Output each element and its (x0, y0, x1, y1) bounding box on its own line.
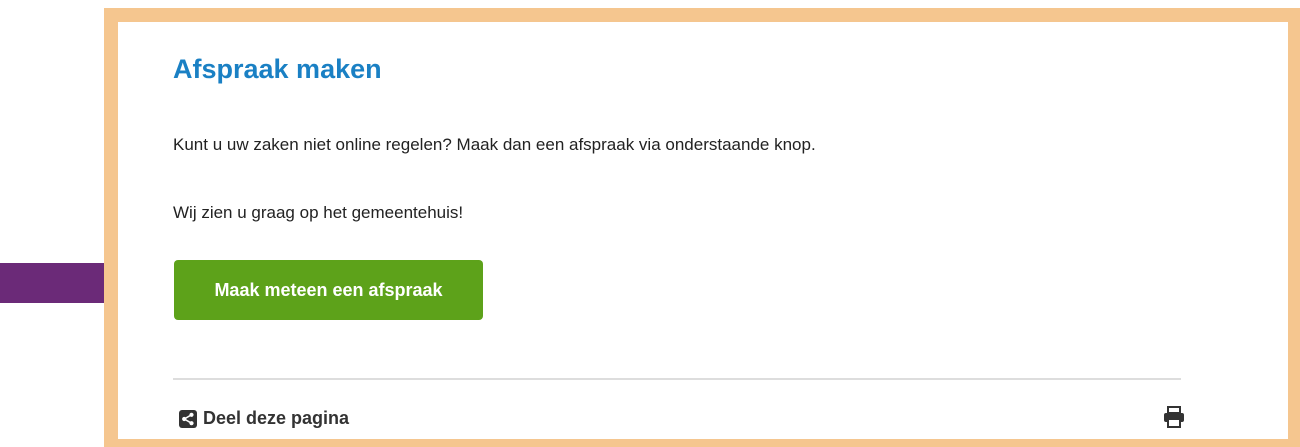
appointment-panel: Afspraak maken Kunt u uw zaken niet onli… (104, 8, 1300, 447)
share-link[interactable]: Deel deze pagina (179, 408, 349, 429)
divider (173, 378, 1181, 380)
page-title: Afspraak maken (173, 54, 382, 84)
print-button[interactable] (1163, 406, 1185, 428)
share-icon (179, 409, 197, 428)
welcome-text: Wij zien u graag op het gemeentehuis! (173, 203, 464, 222)
intro-text: Kunt u uw zaken niet online regelen? Maa… (173, 135, 816, 154)
share-label: Deel deze pagina (203, 408, 350, 428)
printer-icon (1164, 406, 1184, 428)
make-appointment-button[interactable]: Maak meteen een afspraak (174, 260, 483, 320)
